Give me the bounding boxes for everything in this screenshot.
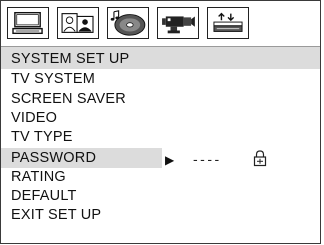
menu-item-rating[interactable]: RATING [11,167,66,187]
tab-audio[interactable] [107,7,149,39]
tab-speaker[interactable] [207,7,249,39]
speaker-eq-icon [213,12,243,32]
tab-video[interactable] [157,7,199,39]
menu-item-tv-type[interactable]: TV TYPE [11,127,73,147]
lock-icon [253,150,267,167]
category-toolbar [1,1,320,46]
tab-system-setup[interactable] [7,7,49,39]
page-title: SYSTEM SET UP [11,51,130,67]
disc-icon [110,10,146,36]
menu-item-tv-system[interactable]: TV SYSTEM [11,69,95,89]
menu-item-screen-saver[interactable]: SCREEN SAVER [11,89,126,109]
menu-item-video[interactable]: VIDEO [11,108,57,128]
password-field[interactable]: ---- [193,151,222,167]
menu-item-password[interactable]: PASSWORD [1,148,162,168]
setup-menu-window: SYSTEM SET UP TV SYSTEM SCREEN SAVER VID… [0,0,321,244]
menu-title-bar: SYSTEM SET UP [1,46,320,69]
camera-icon [162,16,195,34]
menu-item-default[interactable]: DEFAULT [11,186,77,206]
monitor-icon [12,11,43,35]
submenu-arrow-icon: ▶ [165,153,175,167]
people-language-icon [61,13,94,33]
tab-language[interactable] [57,7,99,39]
menu-item-exit-setup[interactable]: EXIT SET UP [11,205,101,225]
